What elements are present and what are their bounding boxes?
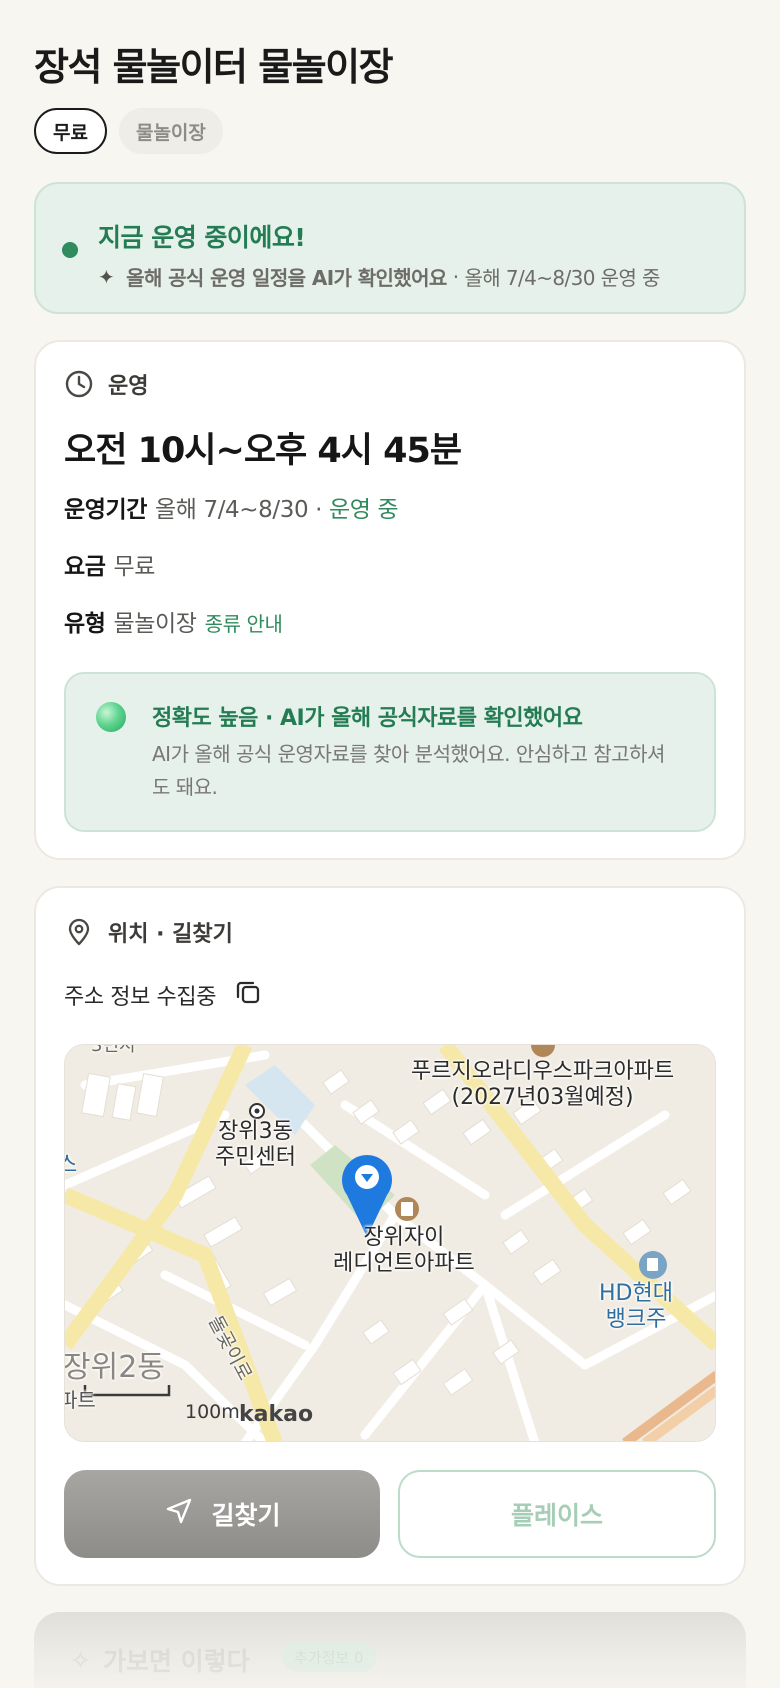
map-label-left-bottom: 파트 bbox=[65, 1388, 96, 1412]
status-period: 올해 7/4~8/30 운영 중 bbox=[464, 266, 660, 290]
chip-water-play[interactable]: 물놀이장 bbox=[118, 108, 223, 154]
fee-row: 요금 무료 bbox=[64, 547, 155, 581]
pin-icon bbox=[64, 917, 94, 947]
tag-chips: 무료 물놀이장 bbox=[34, 108, 223, 154]
clock-icon bbox=[64, 369, 94, 399]
type-key: 유형 bbox=[64, 611, 106, 637]
status-dot-icon bbox=[62, 242, 78, 258]
page-title: 장석 물놀이터 물놀이장 bbox=[34, 45, 394, 89]
sparkle-icon: ✦ bbox=[98, 264, 115, 289]
route-button[interactable]: 길찾기 bbox=[64, 1470, 380, 1558]
teaser-title: 가보면 이렇다 bbox=[102, 1647, 250, 1676]
map-label-district: 장위2동 bbox=[64, 1350, 165, 1385]
teaser-title-row: ✧ 가보면 이렇다 bbox=[70, 1642, 250, 1678]
period-separator: · bbox=[315, 497, 323, 523]
chip-free[interactable]: 무료 bbox=[34, 108, 107, 154]
accuracy-title: 정확도 높음 · AI가 올해 공식자료를 확인했어요 bbox=[152, 706, 583, 731]
teaser-badge: 추가정보 0 bbox=[282, 1642, 376, 1672]
experience-teaser-card[interactable]: ✧ 가보면 이렇다 추가정보 0 bbox=[34, 1612, 746, 1688]
period-status: 운영 중 bbox=[328, 497, 399, 523]
map-label-top-edge: 3번지 bbox=[91, 1044, 136, 1056]
kakao-logo: kakao bbox=[239, 1402, 314, 1427]
copy-icon[interactable] bbox=[234, 978, 262, 1012]
fee-key: 요금 bbox=[64, 554, 106, 580]
route-button-label: 길찾기 bbox=[211, 1501, 281, 1530]
status-title: 지금 운영 중이에요! bbox=[98, 223, 306, 252]
fee-value: 무료 bbox=[113, 554, 156, 580]
operating-hours: 오전 10시~오후 4시 45분 bbox=[64, 431, 462, 471]
type-value: 물놀이장 bbox=[113, 611, 197, 637]
status-subtitle: ✦ 올해 공식 운영 일정을 AI가 확인했어요 · 올해 7/4~8/30 운… bbox=[98, 262, 660, 291]
accuracy-body: AI가 올해 공식 운영자료를 찾아 분석했어요. 안심하고 참고하셔도 돼요. bbox=[152, 742, 665, 799]
type-guide-link[interactable]: 종류 안내 bbox=[205, 612, 283, 636]
location-card: 위치 · 길찾기 주소 정보 수집중 장위3동 주민센터 장위자이 레디언트아파… bbox=[34, 886, 746, 1586]
operation-card: 운영 오전 10시~오후 4시 45분 운영기간 올해 7/4~8/30 · 운영… bbox=[34, 340, 746, 860]
period-key: 운영기간 bbox=[64, 497, 148, 523]
map-scale: 100m bbox=[185, 1401, 240, 1423]
place-button[interactable]: 플레이스 bbox=[398, 1470, 716, 1558]
accuracy-notice: 정확도 높음 · AI가 올해 공식자료를 확인했어요 AI가 올해 공식 운영… bbox=[64, 672, 716, 832]
location-header-label: 위치 · 길찾기 bbox=[108, 922, 233, 947]
map-label-left-edge: 스 bbox=[65, 1153, 77, 1179]
address-text: 주소 정보 수집중 bbox=[64, 985, 217, 1010]
operation-header: 운영 bbox=[64, 368, 148, 400]
map-label-apartment: 장위자이 레디언트아파트 bbox=[333, 1225, 475, 1276]
location-map[interactable]: 장위3동 주민센터 장위자이 레디언트아파트 푸르지오라디우스파크아파트 (2027년… bbox=[64, 1044, 716, 1442]
navigation-arrow-icon bbox=[163, 1495, 195, 1533]
operation-header-label: 운영 bbox=[108, 374, 149, 399]
period-row: 운영기간 올해 7/4~8/30 · 운영 중 bbox=[64, 490, 399, 524]
sparkle-icon: ✧ bbox=[70, 1645, 91, 1675]
location-header: 위치 · 길찾기 bbox=[64, 916, 233, 948]
status-separator: · bbox=[452, 264, 459, 289]
status-ai-note: 올해 공식 운영 일정을 AI가 확인했어요 bbox=[126, 266, 447, 290]
type-row: 유형 물놀이장 종류 안내 bbox=[64, 604, 283, 638]
map-label-park-apartment: 푸르지오라디우스파크아파트 (2027년03월예정) bbox=[411, 1059, 675, 1110]
address-row: 주소 정보 수집중 bbox=[64, 978, 262, 1012]
map-label-community-center: 장위3동 주민센터 bbox=[215, 1119, 296, 1170]
map-label-hd-bank: HD현대 뱅크주 bbox=[599, 1281, 673, 1332]
status-banner: 지금 운영 중이에요! ✦ 올해 공식 운영 일정을 AI가 확인했어요 · 올… bbox=[34, 182, 746, 314]
accuracy-orb-icon bbox=[96, 702, 126, 732]
period-value: 올해 7/4~8/30 bbox=[155, 497, 309, 523]
